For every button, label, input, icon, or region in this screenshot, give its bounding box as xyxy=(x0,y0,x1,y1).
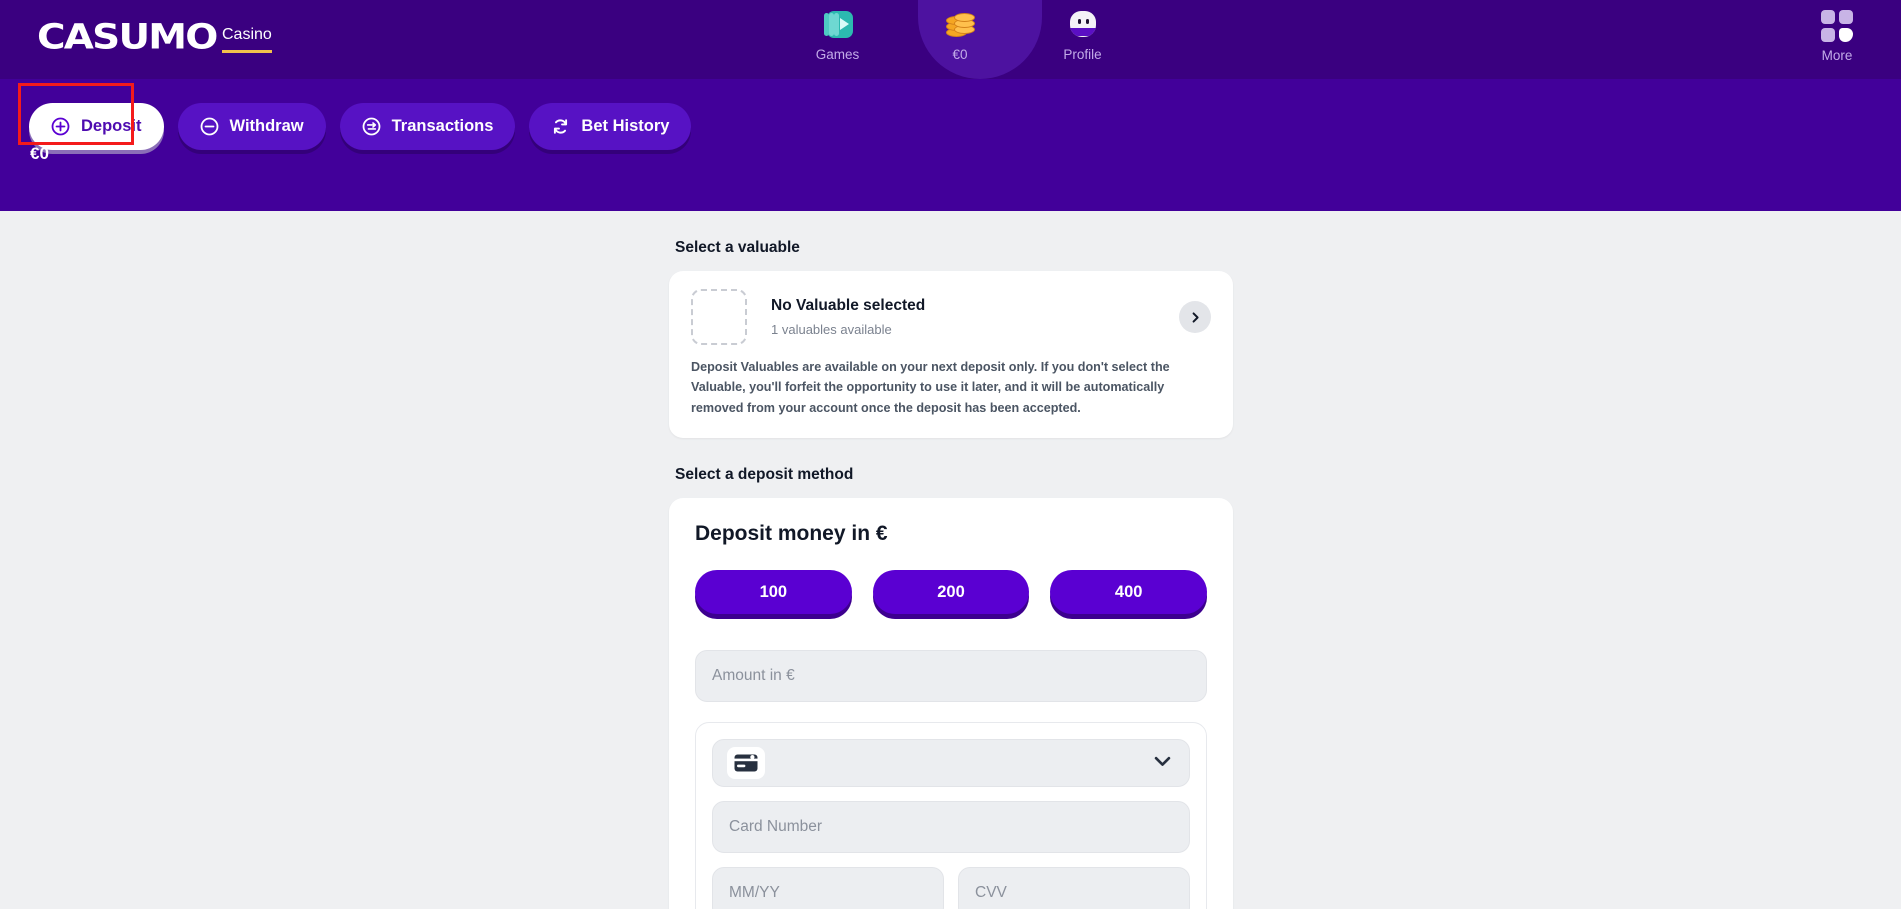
valuable-section-title: Select a valuable xyxy=(675,239,800,256)
tab-list: Deposit Withdraw Transactions Bet Histor… xyxy=(29,103,692,150)
nav-item-label: Games xyxy=(815,47,860,62)
deposit-section-title: Select a deposit method xyxy=(675,466,854,484)
tab-bet-history[interactable]: Bet History xyxy=(529,103,692,150)
main-content: Select a valuable No Valuable selected 1… xyxy=(0,211,1901,909)
valuable-placeholder-icon xyxy=(691,289,747,345)
credit-card-icon xyxy=(727,747,765,780)
tab-transactions[interactable]: Transactions xyxy=(339,103,516,150)
tab-label: Bet History xyxy=(581,117,670,135)
valuable-note: Deposit Valuables are available on your … xyxy=(691,360,1170,415)
more-label: More xyxy=(1821,48,1853,63)
card-selector-dropdown[interactable] xyxy=(712,739,1190,788)
refresh-icon xyxy=(554,119,568,134)
valuable-next-button[interactable] xyxy=(1179,301,1211,333)
card-cvv-input[interactable]: CVV xyxy=(958,867,1190,909)
deposit-method-card: Deposit money in € 100 200 400 Amount in… xyxy=(669,498,1233,909)
plus-circle-icon xyxy=(51,117,70,136)
nav-link-casino[interactable]: Casino xyxy=(222,26,272,53)
quick-amount-400[interactable]: 400 xyxy=(1050,570,1208,615)
account-balance: €0 xyxy=(30,144,49,163)
nav-item-wallet[interactable]: €0 xyxy=(903,0,1018,62)
chevron-right-icon xyxy=(1192,311,1199,323)
tab-label: Transactions xyxy=(391,117,494,135)
tab-label: Deposit xyxy=(81,117,142,135)
tab-withdraw[interactable]: Withdraw xyxy=(177,103,326,150)
nav-item-games[interactable]: Games xyxy=(780,0,895,62)
valuable-title: No Valuable selected xyxy=(771,297,926,314)
valuable-subtitle: 1 valuables available xyxy=(771,322,892,337)
deposit-heading: Deposit money in € xyxy=(695,522,888,546)
tab-deposit[interactable]: Deposit xyxy=(29,103,164,150)
quick-amount-group: 100 200 400 xyxy=(695,570,1208,615)
nav-item-label: Profile xyxy=(1063,47,1102,62)
nav-item-profile[interactable]: Profile xyxy=(1025,0,1140,62)
minus-circle-icon xyxy=(200,117,218,136)
deposit-column: Select a valuable No Valuable selected 1… xyxy=(669,211,1233,909)
valuable-row[interactable]: No Valuable selected 1 valuables availab… xyxy=(691,289,1211,345)
tab-label: Withdraw xyxy=(229,117,304,135)
valuable-card: No Valuable selected 1 valuables availab… xyxy=(669,271,1233,439)
quick-amount-100[interactable]: 100 xyxy=(695,570,852,615)
account-tabbar: Deposit Withdraw Transactions Bet Histor… xyxy=(0,79,1901,211)
card-number-input[interactable]: Card Number xyxy=(712,801,1190,854)
games-cube-icon xyxy=(822,9,854,41)
top-header: CASUMO Casino Games €0 Profile More xyxy=(0,0,1901,79)
card-details-panel: Card Number MM/YY CVV xyxy=(695,722,1207,909)
grid-more-icon xyxy=(1821,10,1853,42)
card-expiry-input[interactable]: MM/YY xyxy=(712,867,944,909)
chevron-down-icon xyxy=(1154,754,1171,772)
nav-item-more[interactable]: More xyxy=(1821,10,1853,63)
casumo-logo[interactable]: CASUMO xyxy=(37,16,218,57)
transactions-icon xyxy=(362,117,381,136)
amount-input[interactable]: Amount in € xyxy=(695,650,1207,703)
coins-icon xyxy=(943,9,977,41)
avatar-icon xyxy=(1067,9,1099,41)
card-expiry-cvv-row: MM/YY CVV xyxy=(712,867,1190,909)
nav-item-label: €0 xyxy=(952,47,968,62)
quick-amount-200[interactable]: 200 xyxy=(872,570,1030,615)
